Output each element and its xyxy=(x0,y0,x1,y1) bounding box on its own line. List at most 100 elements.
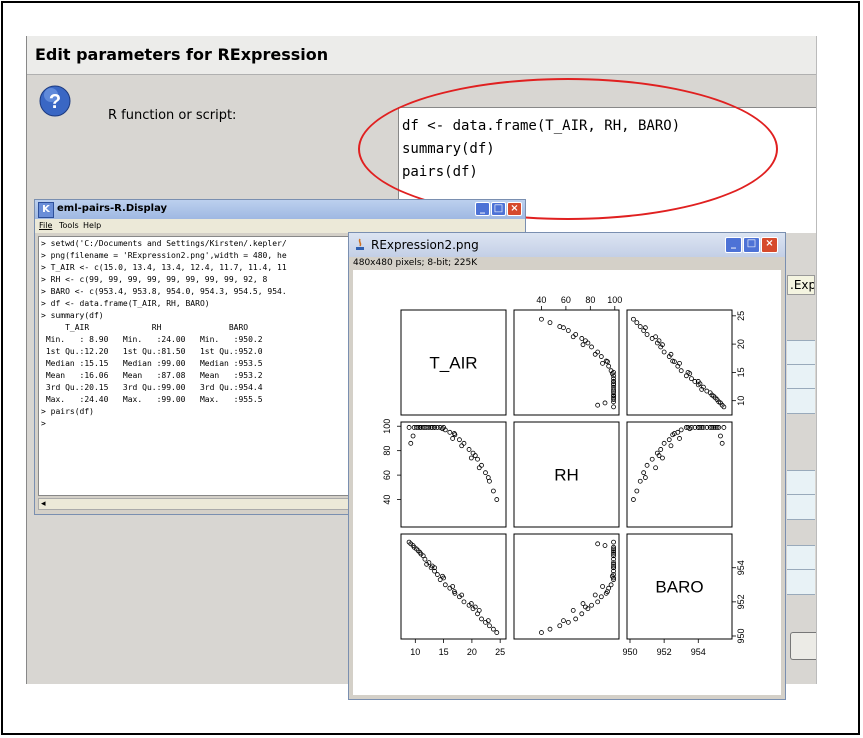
data-point xyxy=(637,324,643,329)
minimize-button[interactable]: _ xyxy=(475,202,490,216)
data-point xyxy=(644,332,650,337)
rfunction-label: R function or script: xyxy=(108,108,237,123)
data-point xyxy=(611,404,616,410)
menu-file[interactable]: File xyxy=(39,221,52,230)
close-button[interactable]: × xyxy=(761,237,778,253)
data-point xyxy=(539,630,544,635)
java-icon xyxy=(356,238,364,250)
tick-label: 950 xyxy=(736,628,746,643)
menu-tools[interactable]: Tools xyxy=(59,221,79,230)
tick-label: 100 xyxy=(382,419,392,434)
data-point xyxy=(600,584,605,589)
data-point xyxy=(592,351,598,357)
data-point xyxy=(642,475,648,480)
tick-label: 25 xyxy=(736,311,746,321)
data-point xyxy=(434,572,440,577)
tick-label: 80 xyxy=(382,446,392,456)
console-line: > xyxy=(41,419,46,428)
data-point xyxy=(561,618,566,624)
data-point xyxy=(579,611,585,617)
dialog-button[interactable] xyxy=(790,632,816,660)
tick-label: 60 xyxy=(382,470,392,480)
image-title: RExpression2.png xyxy=(371,238,479,252)
data-point xyxy=(598,594,604,600)
console-line: > pairs(df) xyxy=(41,407,94,416)
menu-help[interactable]: Help xyxy=(83,221,101,230)
tick-label: 10 xyxy=(736,396,746,406)
data-point xyxy=(461,440,467,446)
data-point xyxy=(653,334,659,340)
pairs-plot-svg: T_AIR RH BARO 40 60 80 100 10 15 20 25 950 952 954 10 1… xyxy=(382,295,746,657)
data-point xyxy=(490,626,496,632)
variable-label: T_AIR xyxy=(429,354,477,373)
tick-label: 40 xyxy=(382,495,392,505)
tick-label: 15 xyxy=(439,647,449,657)
tick-label: 954 xyxy=(691,647,706,657)
kepler-icon: K xyxy=(38,202,54,218)
data-point xyxy=(631,316,636,322)
plot-panel xyxy=(513,309,620,416)
data-point xyxy=(661,440,667,446)
data-point xyxy=(570,607,576,613)
data-point xyxy=(472,453,478,458)
tick-label: 20 xyxy=(467,647,477,657)
data-point xyxy=(592,592,598,598)
data-point xyxy=(668,443,674,449)
data-point xyxy=(570,334,576,340)
data-point xyxy=(565,619,571,625)
plot-panel xyxy=(400,421,507,528)
table-cell[interactable] xyxy=(787,569,815,595)
data-point xyxy=(487,623,492,629)
data-point xyxy=(442,582,448,588)
console-title-bar[interactable]: K eml-pairs-R.Display _ □ × xyxy=(35,200,525,219)
variable-label: RH xyxy=(554,466,579,485)
data-point xyxy=(644,462,650,468)
variable-label: BARO xyxy=(655,578,703,597)
data-point xyxy=(447,429,453,435)
data-point xyxy=(721,425,727,430)
tick-label: 60 xyxy=(561,295,571,305)
data-point xyxy=(653,465,659,471)
console-line: > df <- data.frame(T_AIR, RH, BARO) xyxy=(41,299,210,308)
data-point xyxy=(476,465,482,471)
data-point xyxy=(406,425,412,430)
data-point xyxy=(600,360,605,366)
close-button[interactable]: × xyxy=(507,202,522,216)
console-line: Median :15.15 Median :99.00 Median :953.… xyxy=(41,359,263,368)
data-point xyxy=(450,436,456,441)
table-cell[interactable] xyxy=(787,364,815,390)
console-line: T_AIR RH BARO xyxy=(41,323,249,332)
table-cell[interactable] xyxy=(787,494,815,520)
table-cell[interactable] xyxy=(787,545,815,571)
maximize-button[interactable]: □ xyxy=(743,237,760,253)
image-title-bar[interactable]: RExpression2.png _ □ × xyxy=(349,233,785,257)
data-point xyxy=(457,437,462,443)
data-point xyxy=(602,543,608,548)
data-point xyxy=(557,623,563,629)
table-cell[interactable] xyxy=(787,388,815,414)
data-point xyxy=(595,599,601,605)
data-point xyxy=(494,630,500,635)
maximize-button[interactable]: □ xyxy=(491,202,506,216)
image-info: 480x480 pixels; 8-bit; 225K xyxy=(353,258,478,268)
data-point xyxy=(494,497,500,502)
data-point xyxy=(661,349,667,355)
data-point xyxy=(573,616,579,622)
table-cell[interactable] xyxy=(787,340,815,366)
data-point xyxy=(475,456,480,462)
table-cell[interactable] xyxy=(787,470,815,496)
data-point xyxy=(579,336,585,341)
console-line: > RH <- c(99, 99, 99, 99, 99, 99, 99, 99… xyxy=(41,275,268,284)
data-point xyxy=(589,344,594,350)
tick-label: 40 xyxy=(536,295,546,305)
expression-tab[interactable]: .Expr xyxy=(787,275,815,295)
data-point xyxy=(547,626,553,632)
console-menubar: File Tools Help xyxy=(35,219,525,233)
minimize-button[interactable]: _ xyxy=(725,237,742,253)
tick-label: 100 xyxy=(607,295,622,305)
tick-label: 25 xyxy=(495,647,505,657)
data-point xyxy=(547,320,553,326)
scroll-left-icon[interactable]: ◂ xyxy=(41,499,46,509)
data-point xyxy=(479,462,484,468)
data-point xyxy=(476,607,482,613)
